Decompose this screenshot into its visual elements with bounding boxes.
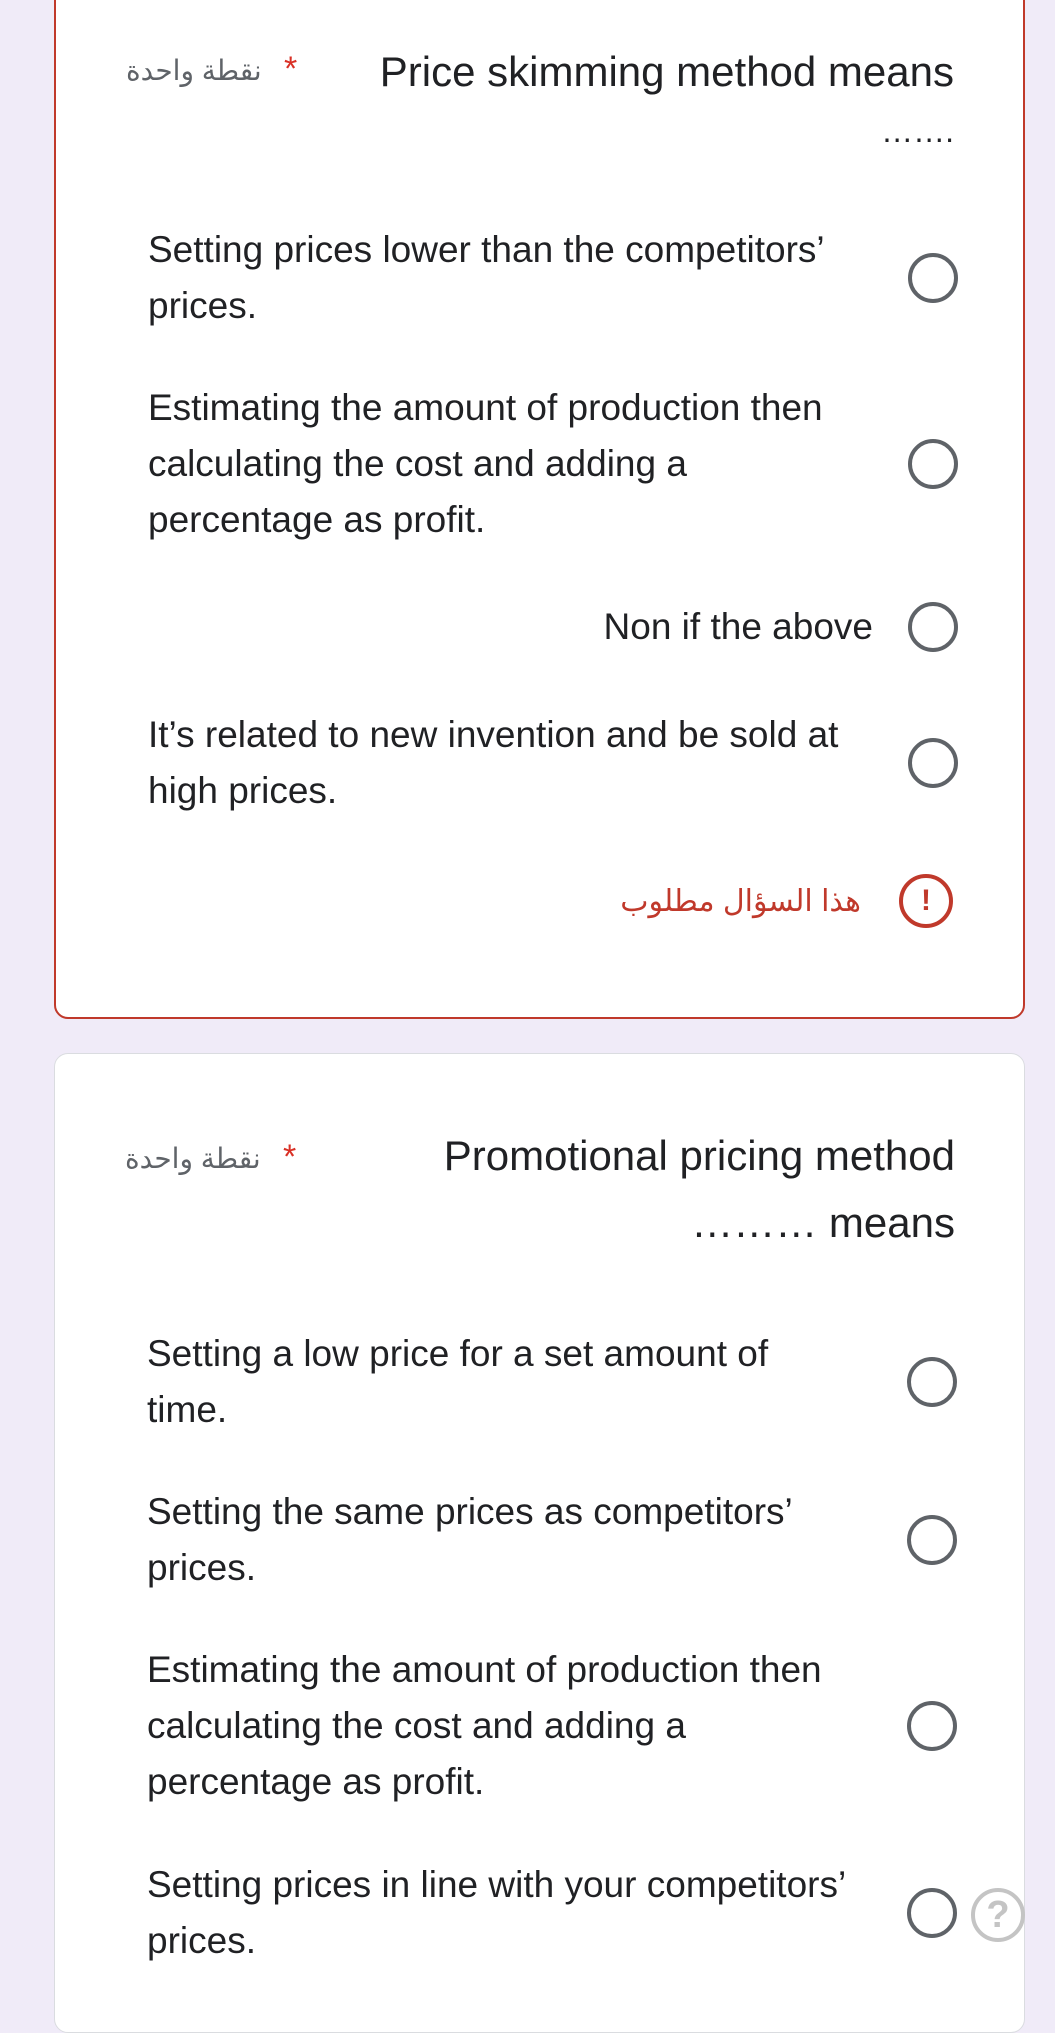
question-title-line1: Promotional pricing method <box>443 1132 955 1179</box>
option-estimating-production[interactable]: Estimating the amount of production then… <box>147 1642 957 1810</box>
option-label: It’s related to new invention and be sol… <box>148 714 839 811</box>
required-asterisk: * <box>283 1138 297 1176</box>
option-new-invention[interactable]: It’s related to new invention and be sol… <box>148 707 958 819</box>
question-title: Price skimming method means ……. <box>380 38 954 157</box>
points-label: نقطة واحدة <box>125 1143 261 1174</box>
radio-button[interactable] <box>908 253 958 303</box>
option-estimating-production[interactable]: Estimating the amount of production then… <box>148 380 958 548</box>
radio-button[interactable] <box>908 439 958 489</box>
question-title-line2: ……… means <box>691 1199 955 1246</box>
option-label: Setting a low price for a set amount of … <box>147 1333 769 1430</box>
option-lower-prices[interactable]: Setting prices lower than the competitor… <box>148 222 958 334</box>
radio-button[interactable] <box>908 738 958 788</box>
option-in-line-with-competitors[interactable]: Setting prices in line with your competi… <box>147 1857 957 1969</box>
option-low-price-set-time[interactable]: Setting a low price for a set amount of … <box>147 1326 957 1438</box>
error-icon: ! <box>899 874 953 928</box>
option-same-prices[interactable]: Setting the same prices as competitors’ … <box>147 1484 957 1596</box>
help-icon[interactable]: ? <box>971 1888 1025 1942</box>
option-none-of-above[interactable]: Non if the above <box>148 599 958 655</box>
radio-button[interactable] <box>907 1888 957 1938</box>
option-label: Setting prices lower than the competitor… <box>148 229 824 326</box>
option-label: Estimating the amount of production then… <box>148 387 823 540</box>
question-title-dots: ……. <box>881 113 954 149</box>
question-card-price-skimming: نقطة واحدة * Price skimming method means… <box>54 0 1025 1019</box>
radio-button[interactable] <box>908 602 958 652</box>
question-title-text: Price skimming method means <box>379 48 954 95</box>
error-message: هذا السؤال مطلوب <box>620 884 861 918</box>
radio-button[interactable] <box>907 1357 957 1407</box>
option-label: Non if the above <box>603 606 873 647</box>
radio-button[interactable] <box>907 1701 957 1751</box>
option-label: Setting the same prices as competitors’ … <box>147 1491 792 1588</box>
question-card-promotional-pricing: نقطة واحدة * Promotional pricing method … <box>54 1053 1025 2033</box>
required-asterisk: * <box>284 50 298 88</box>
option-label: Setting prices in line with your competi… <box>147 1864 845 1961</box>
required-error: ! هذا السؤال مطلوب <box>620 874 953 928</box>
question-title: Promotional pricing method ……… means <box>444 1122 955 1256</box>
radio-button[interactable] <box>907 1515 957 1565</box>
option-label: Estimating the amount of production then… <box>147 1649 822 1802</box>
points-label: نقطة واحدة <box>126 55 262 86</box>
